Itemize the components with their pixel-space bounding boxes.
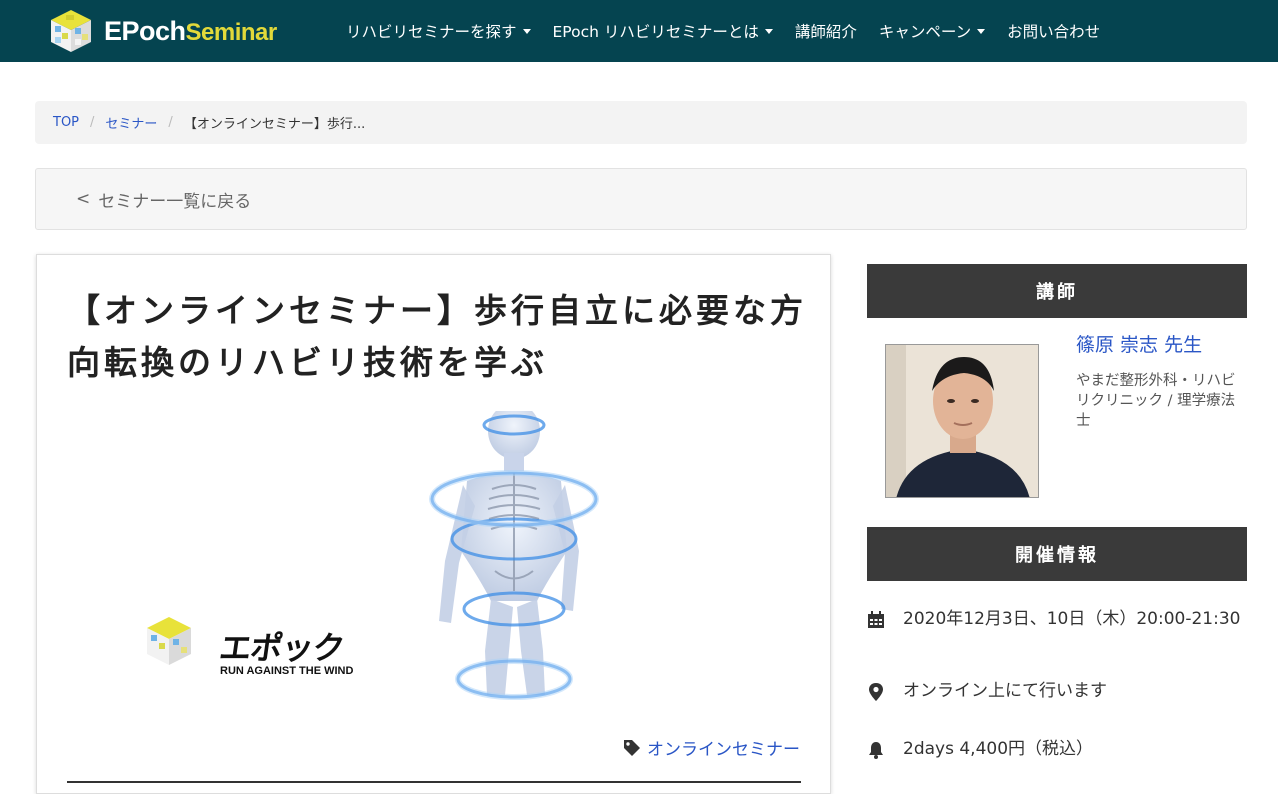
map-pin-icon <box>869 683 883 701</box>
back-to-list-button[interactable]: < セミナー一覧に戻る <box>35 168 1247 230</box>
caret-down-icon <box>764 28 773 34</box>
seminar-tag: オンラインセミナー <box>623 735 800 760</box>
hero-brand: エポック RUN AGAINST THE WIND <box>217 623 353 677</box>
event-location: オンライン上にて行います <box>903 681 1107 701</box>
cube-logo-icon <box>51 10 91 52</box>
nav-item-lecturers[interactable]: 講師紹介 <box>795 20 857 42</box>
chevron-left-icon: < <box>76 189 91 209</box>
tag-link-online-seminar[interactable]: オンラインセミナー <box>647 735 800 760</box>
nav-item-campaign[interactable]: キャンペーン <box>878 20 986 42</box>
hero-brand-jp: エポック <box>217 630 347 666</box>
lecturer-name-link[interactable]: 篠原 崇志 先生 <box>1076 330 1202 357</box>
site-logo[interactable]: EPochSeminar <box>48 6 330 56</box>
event-price-row: 2days 4,400円（税込） <box>867 739 1247 762</box>
nav-item-label: 講師紹介 <box>794 23 857 41</box>
logo-wordmark: EPoch <box>104 15 186 46</box>
caret-down-icon <box>977 28 986 34</box>
seminar-card: 【オンラインセミナー】歩行自立に必要な方向転換のリハビリ技術を学ぶ エポック R… <box>36 254 831 794</box>
event-price: 2days 4,400円（税込） <box>903 739 1094 759</box>
event-location-row: オンライン上にて行います <box>867 681 1247 704</box>
top-navbar: EPochSeminar リハビリセミナーを探す EPoch リハビリセミナーと… <box>0 0 1278 62</box>
lecturer-heading: 講師 <box>867 264 1247 318</box>
nav-item-label: リハビリセミナーを探す <box>346 23 517 41</box>
breadcrumb-separator: / <box>90 115 95 130</box>
nav-item-contact[interactable]: お問い合わせ <box>1007 20 1100 42</box>
main-nav: リハビリセミナーを探す EPoch リハビリセミナーとは 講師紹介 キャンペーン… <box>346 0 1122 62</box>
nav-item-find-seminar[interactable]: リハビリセミナーを探す <box>346 20 531 42</box>
breadcrumb: TOP / セミナー / 【オンラインセミナー】歩行... <box>35 101 1247 144</box>
breadcrumb-current: 【オンラインセミナー】歩行... <box>183 117 366 132</box>
seminar-hero-image: エポック RUN AGAINST THE WIND <box>67 411 807 705</box>
back-to-list-label: セミナー一覧に戻る <box>98 191 252 212</box>
epoch-cube-logo <box>147 617 191 665</box>
lecturer-photo[interactable] <box>885 344 1039 498</box>
event-info-heading: 開催情報 <box>867 527 1247 581</box>
nav-item-label: キャンペーン <box>878 23 972 41</box>
tag-icon <box>624 739 640 756</box>
nav-item-label: EPoch リハビリセミナーとは <box>552 23 759 41</box>
breadcrumb-separator: / <box>168 115 173 130</box>
skeleton-illustration <box>147 411 599 700</box>
lecturer-portrait <box>886 345 1038 497</box>
logo-seminar-text: Seminar <box>185 18 278 46</box>
event-date-row: 2020年12月3日、10日（木）20:00-21:30 <box>867 609 1247 632</box>
breadcrumb-top-link[interactable]: TOP <box>53 115 79 130</box>
lecturer-affiliation: やまだ整形外科・リハビリクリニック / 理学療法士 <box>1076 373 1236 429</box>
calendar-icon <box>868 611 884 628</box>
caret-down-icon <box>522 28 531 34</box>
breadcrumb-seminar-link[interactable]: セミナー <box>105 113 157 132</box>
bell-icon <box>869 742 883 759</box>
event-date: 2020年12月3日、10日（木）20:00-21:30 <box>903 609 1241 629</box>
nav-item-label: お問い合わせ <box>1007 23 1101 41</box>
seminar-title: 【オンラインセミナー】歩行自立に必要な方向転換のリハビリ技術を学ぶ <box>67 291 807 382</box>
nav-item-about[interactable]: EPoch リハビリセミナーとは <box>553 20 773 42</box>
